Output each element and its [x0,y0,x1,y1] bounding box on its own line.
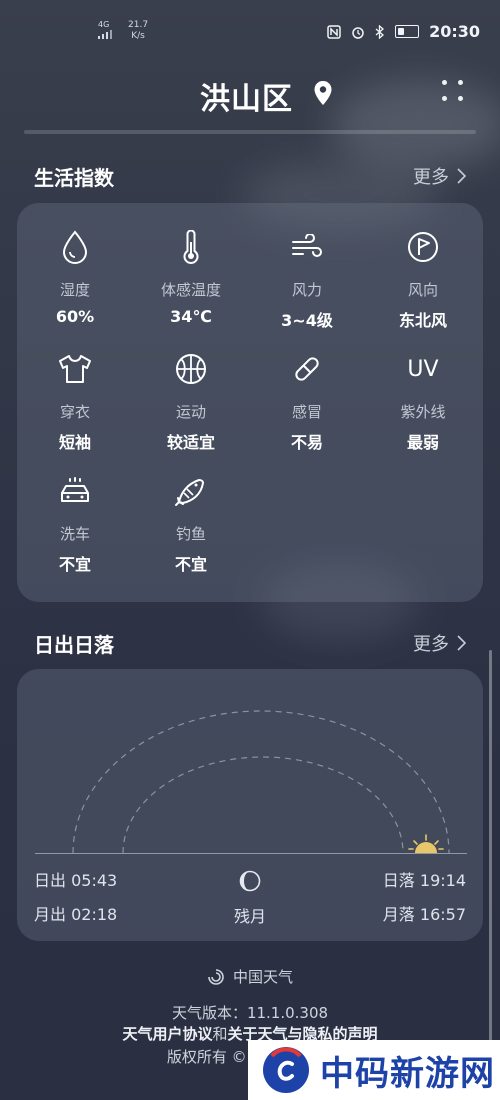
life-index-card: 湿度 60% 体感温度 34℃ 风力 3~4级 风向 东北风 穿衣 短袖 运动 … [17,203,483,602]
signal-icon [98,30,112,39]
sun-setting-icon [408,834,444,853]
life-index-title: 生活指数 [34,166,114,190]
index-item-wind-direction[interactable]: 风向 东北风 [365,229,481,331]
location-pin-icon[interactable] [313,80,333,106]
chevron-right-icon [457,635,466,651]
more-menu-button[interactable] [442,80,464,102]
sun-arc-chart [72,710,450,854]
signal-indicator: 4G [98,20,120,41]
sun-path-arc [72,710,450,854]
china-weather-logo-icon [208,968,224,985]
index-item-car-wash[interactable]: 洗车 不宜 [17,473,133,575]
moon-path-arc [122,756,404,854]
alarm-icon [352,26,364,39]
tshirt-icon [59,355,91,383]
moon-phase-icon [239,870,261,892]
city-name[interactable]: 洪山区 [200,74,293,118]
data-source: 中国天气 [0,966,500,987]
index-item-feels-like[interactable]: 体感温度 34℃ [133,229,249,326]
life-index-more-link[interactable]: 更多 [413,163,466,189]
index-item-humidity[interactable]: 湿度 60% [17,229,133,326]
user-agreement-link[interactable]: 天气用户协议 [122,1025,212,1043]
sunrise-sunset-card: 日出 05:43 日落 19:14 月出 02:18 月落 16:57 残月 [17,669,483,941]
collapsed-card-edge [24,130,476,134]
index-item-fishing[interactable]: 钓鱼 不宜 [133,473,249,575]
app-version: 天气版本：11.1.0.308 [171,1004,329,1022]
wind-direction-icon [408,232,438,262]
moonrise-time: 月出 02:18 [34,905,118,924]
network-speed: 21.7 K/s [128,20,149,41]
bluetooth-icon [375,24,385,39]
header: 洪山区 [0,70,500,118]
sunrise-sunset-more-link[interactable]: 更多 [413,630,466,656]
sunrise-time: 日出 05:43 [34,871,118,890]
wind-icon [292,234,322,257]
sunset-time: 日落 19:14 [382,871,466,890]
thermometer-icon [183,230,199,264]
index-item-exercise[interactable]: 运动 较适宜 [133,351,249,453]
chevron-right-icon [457,168,466,184]
basketball-icon [176,354,206,384]
index-item-uv[interactable]: UV 紫外线 最弱 [365,351,481,453]
moon-icon [375,837,390,854]
index-item-wind-force[interactable]: 风力 3~4级 [249,229,365,331]
sunrise-sunset-title: 日出日落 [34,633,114,657]
index-item-cold[interactable]: 感冒 不易 [249,351,365,453]
index-item-clothing[interactable]: 穿衣 短袖 [17,351,133,453]
nfc-icon [327,24,341,39]
pill-icon [295,357,319,381]
fish-icon [175,479,204,506]
moon-phase-label: 残月 [233,907,266,926]
watermark-logo-icon [263,1047,309,1093]
horizon-line [35,853,467,854]
site-watermark: 中码新游网 [248,1040,500,1100]
moonset-time: 月落 16:57 [382,905,466,924]
uv-icon: UV [407,356,439,382]
battery-icon [395,25,420,38]
scrollbar[interactable] [489,650,492,1100]
status-bar: 4G 21.7 K/s 20:30 [0,0,500,62]
clock: 20:30 [429,22,480,41]
car-wash-icon [61,477,89,502]
droplet-icon [62,230,88,264]
